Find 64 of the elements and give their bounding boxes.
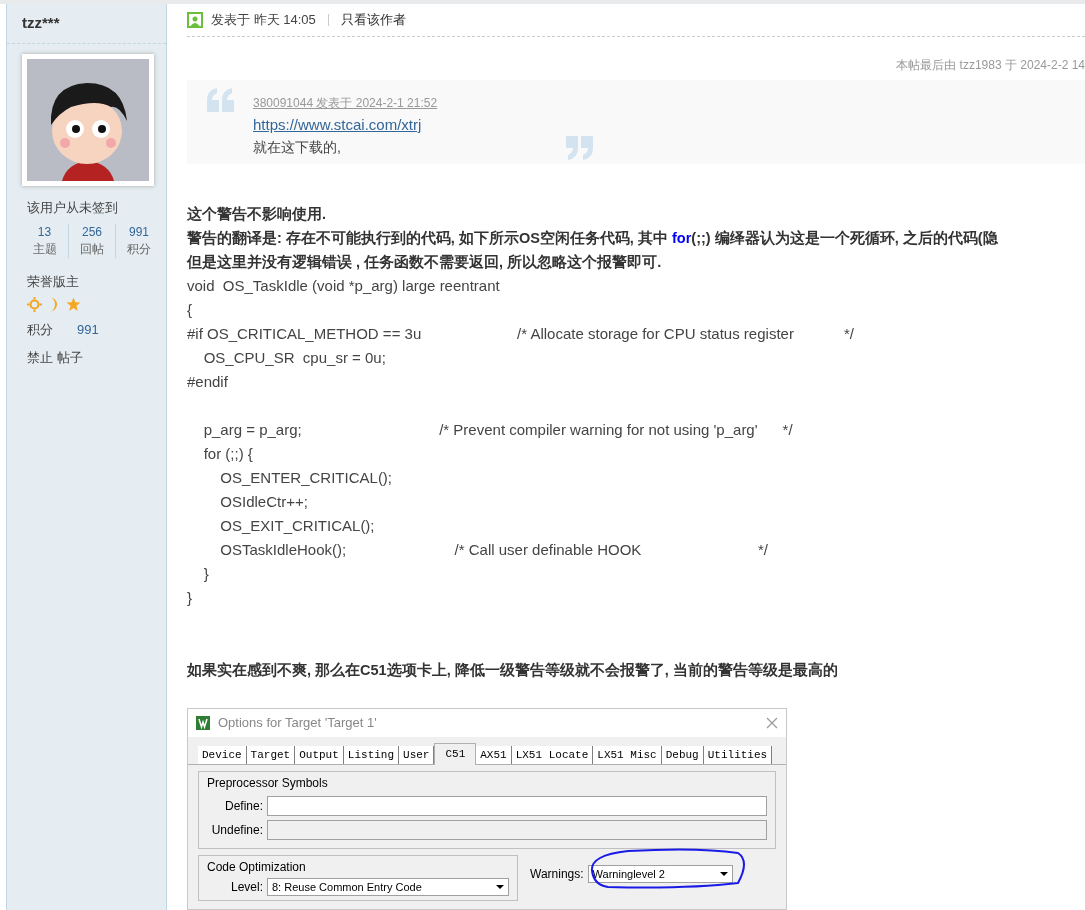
stat-label: 积分 bbox=[127, 240, 151, 258]
code-line: p_arg = p_arg; /* Prevent compiler warning for not using 'p_arg' */ bbox=[202, 420, 794, 441]
field-label: Undefine: bbox=[210, 822, 263, 839]
dialog-tab[interactable]: LX51 Locate bbox=[511, 746, 594, 764]
dialog-tab[interactable]: Utilities bbox=[703, 746, 773, 764]
username-link[interactable]: tzz*** bbox=[22, 12, 60, 35]
dropdown-caret-icon bbox=[719, 872, 728, 876]
dialog-tab[interactable]: Target bbox=[246, 746, 296, 764]
user-group: 荣誉版主 bbox=[27, 271, 166, 291]
dialog-tab[interactable]: LX51 Misc bbox=[593, 746, 662, 764]
group-title: Code Optimization bbox=[207, 859, 307, 876]
points-label: 积分 bbox=[27, 321, 53, 339]
dialog-tab[interactable]: AX51 bbox=[476, 746, 512, 764]
field-label: Level: bbox=[229, 879, 263, 896]
author-only-link[interactable]: 只看该作者 bbox=[340, 10, 406, 30]
dialog-title: Options for Target 'Target 1' bbox=[218, 714, 377, 733]
stat-label: 回帖 bbox=[80, 240, 104, 258]
post-time: 发表于 昨天 14:05 bbox=[211, 11, 316, 30]
code-line: OSIdleCtr++; bbox=[219, 492, 309, 513]
edit-note: 本帖最后由 tzz1983 于 2024-2-2 14 bbox=[896, 56, 1085, 74]
download-link[interactable]: https://www.stcai.com/xtrj bbox=[253, 113, 438, 136]
post-paragraph: 警告的翻译是: 存在不可能执行到的代码, 如下所示OS空闲任务代码, 其中 for(;;) 编绎器认为这是一个死循环, 之后的代码(隐 bbox=[187, 229, 999, 249]
code-line: #endif bbox=[187, 372, 229, 393]
dialog-tab[interactable]: Output bbox=[295, 746, 344, 764]
field-label: Define: bbox=[223, 798, 263, 815]
quote-text: 就在这下载的, bbox=[253, 137, 342, 157]
code-line: OS_ENTER_CRITICAL(); bbox=[219, 468, 394, 489]
dialog-tab[interactable]: User bbox=[399, 746, 435, 764]
warnings-select[interactable]: Warninglevel 2 bbox=[587, 865, 733, 883]
level-select[interactable]: 8: Reuse Common Entry Code bbox=[267, 878, 509, 896]
dialog-tab[interactable]: C51 bbox=[434, 743, 477, 765]
code-line: void OS_TaskIdle (void *p_arg) large reentrant bbox=[187, 276, 501, 297]
user-icon bbox=[187, 12, 203, 29]
close-quote-icon bbox=[565, 136, 594, 161]
points-value: 991 bbox=[77, 321, 99, 339]
sun-icon bbox=[27, 297, 42, 312]
close-icon[interactable] bbox=[766, 717, 778, 729]
post-paragraph: 这个警告不影响使用. bbox=[187, 205, 328, 225]
open-quote-icon bbox=[207, 87, 235, 112]
star-icon bbox=[66, 297, 81, 312]
app-logo-icon bbox=[196, 716, 210, 730]
code-line: } bbox=[202, 564, 210, 585]
ban-link[interactable]: 禁止 帖子 bbox=[27, 347, 166, 367]
signin-status: 该用户从未签到 bbox=[27, 199, 119, 217]
dialog-tab[interactable]: Debug bbox=[661, 746, 704, 764]
code-line: #if OS_CRITICAL_METHOD == 3u /* Allocate storage for CPU status register */ bbox=[187, 324, 855, 345]
dialog-tab[interactable]: Device bbox=[198, 746, 247, 764]
stat-value[interactable]: 256 bbox=[82, 223, 102, 241]
define-field[interactable] bbox=[267, 796, 767, 816]
code-line: OS_CPU_SR cpu_sr = 0u; bbox=[202, 348, 387, 369]
code-line: OS_EXIT_CRITICAL(); bbox=[219, 516, 376, 537]
code-line: } bbox=[187, 588, 193, 609]
post-paragraph: 但是这里并没有逻辑错误 , 任务函数不需要返回, 所以忽略这个报警即可. bbox=[187, 253, 663, 273]
dialog-tab[interactable]: Listing bbox=[343, 746, 400, 764]
code-line: { bbox=[187, 300, 193, 321]
stat-value[interactable]: 13 bbox=[37, 223, 52, 241]
stat-value[interactable]: 991 bbox=[129, 223, 149, 241]
stat-label: 主题 bbox=[32, 240, 57, 258]
code-line: for (;;) { bbox=[202, 444, 254, 465]
field-label: Warnings: bbox=[530, 866, 584, 883]
post-paragraph: 如果实在感到不爽, 那么在C51选项卡上, 降低一级警告等级就不会报警了, 当前的警告等级是最高的 bbox=[187, 661, 839, 681]
code-line: OSTaskIdleHook(); /* Call user definable HOOK */ bbox=[219, 540, 769, 561]
group-title: Preprocessor Symbols bbox=[207, 775, 329, 792]
dropdown-caret-icon bbox=[496, 885, 504, 889]
